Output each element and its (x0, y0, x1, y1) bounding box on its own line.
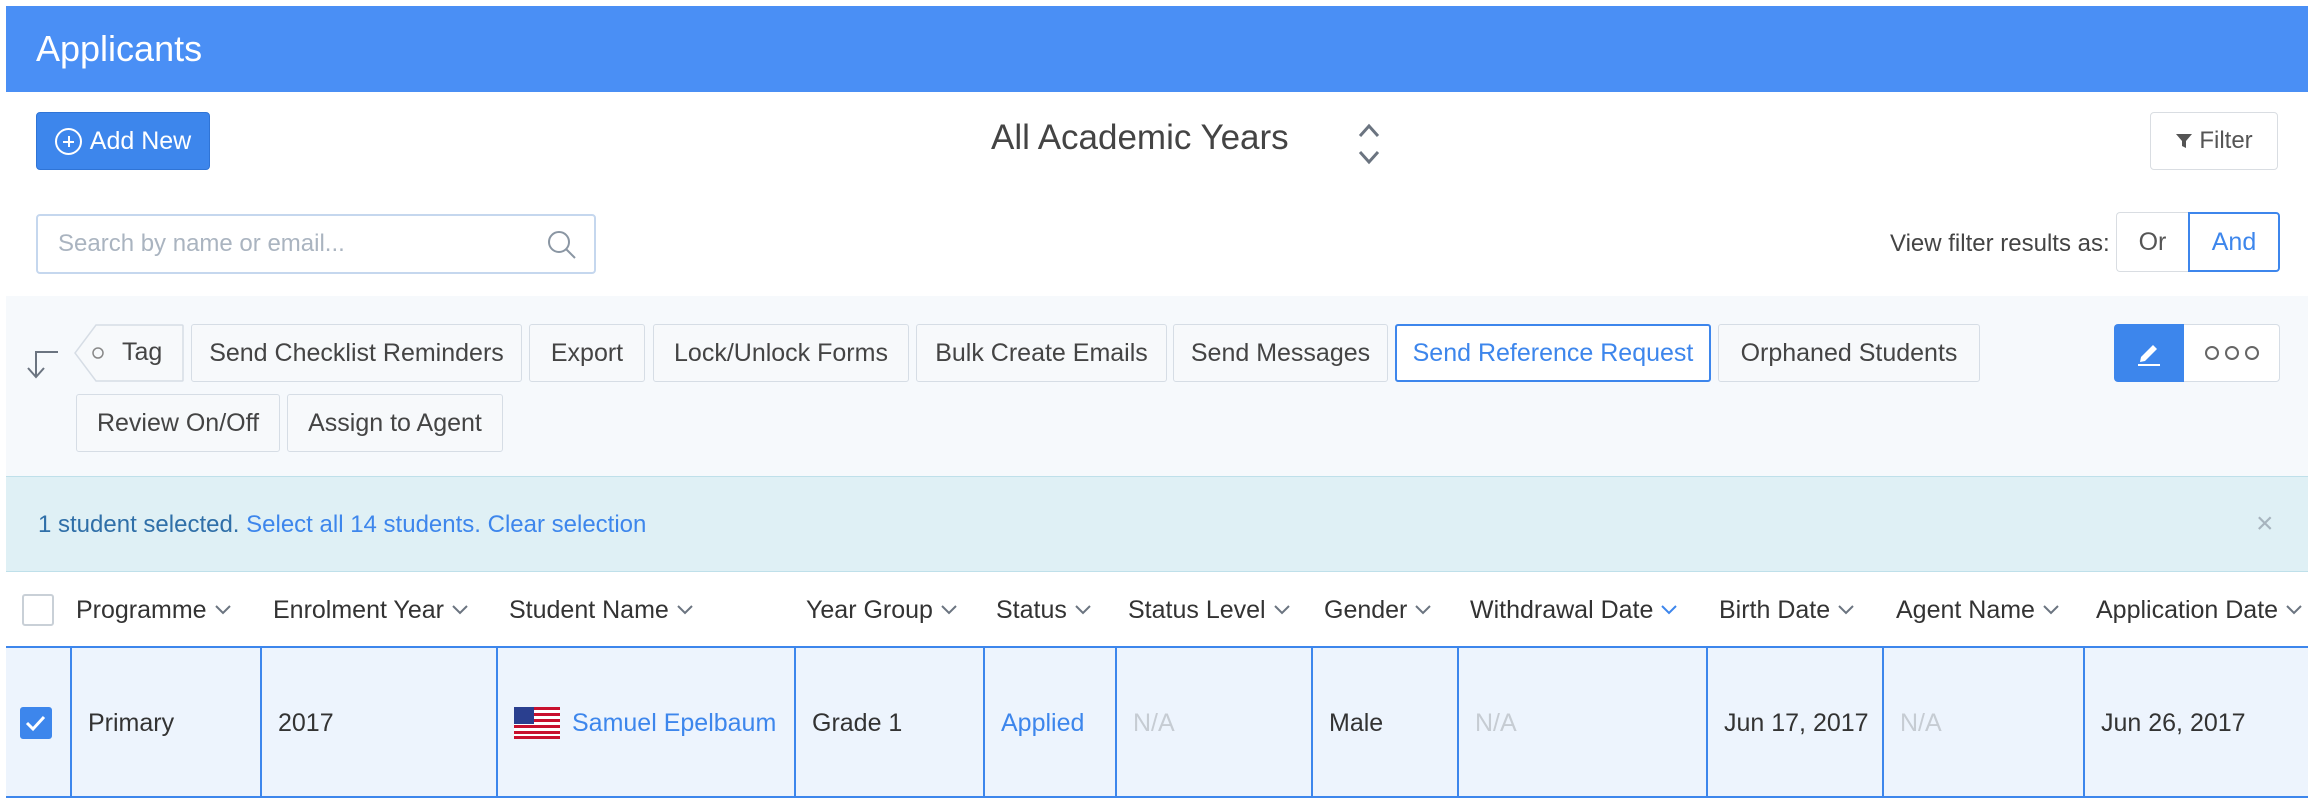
lock-unlock-forms-button[interactable]: Lock/Unlock Forms (653, 324, 909, 382)
column-header[interactable]: Student Name (509, 572, 693, 648)
chevron-down-icon (214, 605, 231, 615)
chevron-down-icon (1075, 605, 1091, 615)
column-header[interactable]: Application Date (2096, 572, 2302, 648)
column-header[interactable]: Agent Name (1896, 572, 2059, 648)
chevron-down-icon (1838, 605, 1854, 615)
view-filter-label: View filter results as: (1890, 230, 2110, 257)
status-cell[interactable]: Applied (985, 648, 1117, 798)
dot-icon (2224, 346, 2239, 360)
add-circle-icon (54, 127, 82, 155)
column-header[interactable]: Programme (76, 572, 231, 648)
selection-message: 1 student selected. Select all 14 studen… (38, 511, 646, 539)
chevron-down-icon (1661, 605, 1678, 615)
dot-icon (2244, 346, 2259, 360)
academic-year-select[interactable]: All Academic Years (991, 118, 1289, 158)
orphaned-students-button[interactable]: Orphaned Students (1718, 324, 1980, 382)
page-title: Applicants (36, 28, 203, 69)
column-header[interactable]: Birth Date (1719, 572, 1854, 648)
page-header: Applicants (6, 6, 2308, 92)
table-header: Programme Enrolment Year Student Name Ye… (6, 572, 2308, 648)
row-select-cell (6, 648, 72, 798)
send-reference-request-button[interactable]: Send Reference Request (1395, 324, 1711, 382)
row-checkbox[interactable] (20, 707, 52, 739)
select-all-link[interactable]: Select all 14 students. (246, 511, 481, 538)
application-date-cell: Jun 26, 2017 (2101, 708, 2246, 737)
agent-name-cell: N/A (1884, 648, 2085, 798)
enrolment-year-cell: 2017 (262, 648, 498, 798)
search-box (36, 214, 596, 274)
chevron-down-icon (1415, 605, 1432, 615)
gender-cell: Male (1313, 648, 1459, 798)
dot-icon (2204, 346, 2219, 360)
status-level-cell: N/A (1117, 648, 1313, 798)
chevron-down-icon (677, 605, 693, 615)
up-down-chevron-icon[interactable] (1356, 120, 1382, 168)
tag-button[interactable]: Tag (74, 324, 184, 382)
add-new-label: Add New (89, 126, 192, 155)
bulk-create-emails-button[interactable]: Bulk Create Emails (916, 324, 1167, 382)
table-footer-space (6, 798, 2308, 804)
assign-to-agent-button[interactable]: Assign to Agent (287, 394, 503, 452)
column-header[interactable]: Enrolment Year (273, 572, 468, 648)
send-checklist-reminders-button[interactable]: Send Checklist Reminders (191, 324, 522, 382)
column-header[interactable]: Status (996, 572, 1091, 648)
review-on-off-button[interactable]: Review On/Off (76, 394, 280, 452)
selection-bar: 1 student selected. Select all 14 studen… (6, 476, 2308, 572)
chevron-down-icon (452, 605, 468, 615)
chevron-down-icon (1273, 605, 1290, 615)
funnel-icon (2176, 134, 2193, 148)
more-options-button[interactable] (2184, 324, 2280, 382)
year-group-cell: Grade 1 (796, 648, 985, 798)
view-filter-toggle: Or And (2116, 212, 2280, 272)
tag-label: Tag (122, 338, 163, 366)
student-name-cell: Samuel Epelbaum (498, 648, 796, 798)
select-all-checkbox[interactable] (22, 594, 54, 626)
bulk-action-arrow-icon (27, 351, 58, 379)
add-new-button[interactable]: Add New (36, 112, 210, 170)
withdrawal-date-cell: N/A (1459, 648, 1708, 798)
search-icon[interactable] (546, 229, 578, 261)
column-header[interactable]: Gender (1324, 572, 1432, 648)
selection-status: 1 student selected. (38, 511, 240, 538)
send-messages-button[interactable]: Send Messages (1173, 324, 1388, 382)
and-toggle-button[interactable]: And (2188, 212, 2280, 272)
chevron-down-icon (2043, 605, 2059, 615)
programme-cell: Primary (72, 648, 262, 798)
birth-date-cell: Jun 17, 2017 (1708, 648, 1884, 798)
or-toggle-button[interactable]: Or (2116, 212, 2188, 272)
clear-selection-link[interactable]: Clear selection (488, 511, 647, 538)
column-header[interactable]: Year Group (806, 572, 957, 648)
column-header[interactable]: Withdrawal Date (1470, 572, 1678, 648)
us-flag-icon (514, 707, 560, 739)
chevron-down-icon (941, 605, 957, 615)
close-icon[interactable]: × (2256, 507, 2274, 541)
filter-button[interactable]: Filter (2150, 112, 2278, 170)
table-row[interactable]: Primary 2017 Samuel Epelbaum Grade 1 App… (6, 648, 2308, 798)
student-name-link[interactable]: Samuel Epelbaum (572, 709, 776, 738)
chevron-down-icon (2286, 605, 2302, 615)
pencil-icon (2138, 345, 2160, 366)
export-button[interactable]: Export (529, 324, 645, 382)
checkmark-icon (25, 715, 46, 732)
edit-columns-button[interactable] (2114, 324, 2184, 382)
column-header[interactable]: Status Level (1128, 572, 1290, 648)
filter-label: Filter (2199, 127, 2253, 154)
applicants-page: Applicants Add New All Academic Years Fi… (6, 6, 2308, 804)
search-input[interactable] (38, 216, 538, 272)
